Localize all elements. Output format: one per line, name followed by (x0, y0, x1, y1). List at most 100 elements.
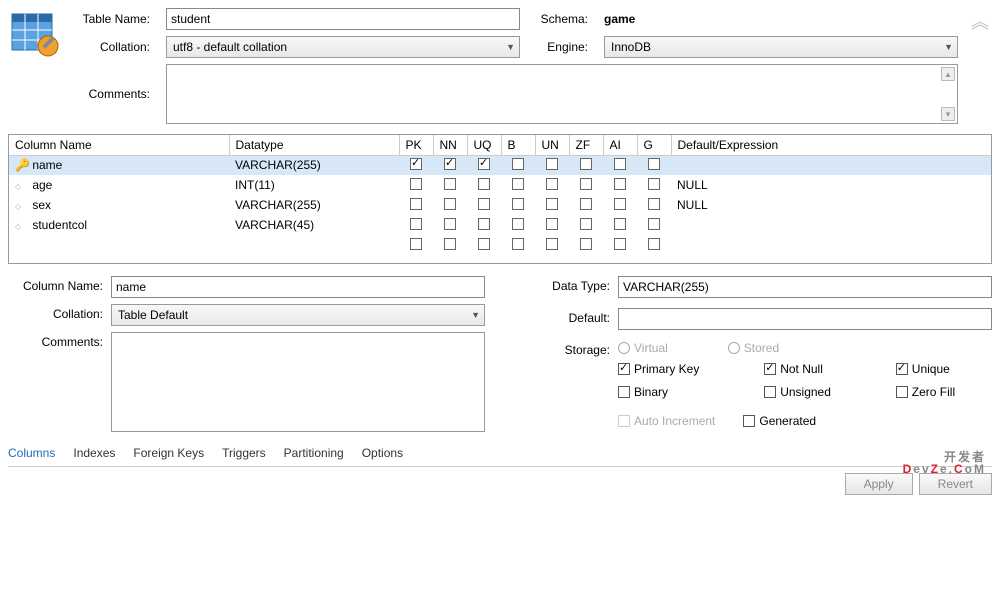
comments-label: Comments: (74, 87, 154, 101)
grid-checkbox[interactable] (580, 178, 592, 190)
grid-checkbox[interactable] (614, 218, 626, 230)
detail-collation-label: Collation: (8, 304, 103, 321)
table-row[interactable]: ◇ studentcolVARCHAR(45) (9, 215, 991, 235)
detail-collation-dropdown[interactable]: Table Default▼ (111, 304, 485, 326)
storage-label: Storage: (515, 340, 610, 357)
default-label: Default: (515, 308, 610, 325)
virtual-radio[interactable] (618, 342, 630, 354)
grid-checkbox[interactable] (444, 198, 456, 210)
grid-checkbox[interactable] (614, 198, 626, 210)
detail-comments-textarea[interactable] (111, 332, 485, 432)
grid-checkbox[interactable] (546, 158, 558, 170)
grid-checkbox[interactable] (410, 158, 422, 170)
col-header[interactable]: Default/Expression (671, 135, 991, 155)
grid-checkbox[interactable] (512, 218, 524, 230)
table-row[interactable]: ◇ sexVARCHAR(255)NULL (9, 195, 991, 215)
grid-checkbox[interactable] (478, 198, 490, 210)
columns-grid[interactable]: Column NameDatatypePKNNUQBUNZFAIGDefault… (8, 134, 992, 264)
col-header[interactable]: G (637, 135, 671, 155)
stored-radio[interactable] (728, 342, 740, 354)
table-row[interactable] (9, 235, 991, 255)
grid-checkbox[interactable] (648, 158, 660, 170)
grid-checkbox[interactable] (648, 198, 660, 210)
datatype-input[interactable] (618, 276, 992, 298)
grid-checkbox[interactable] (546, 218, 558, 230)
column-name-input[interactable] (111, 276, 485, 298)
zero-fill-checkbox[interactable] (896, 386, 908, 398)
collation-dropdown[interactable]: utf8 - default collation▼ (166, 36, 520, 58)
col-header[interactable]: NN (433, 135, 467, 155)
grid-checkbox[interactable] (512, 178, 524, 190)
chevron-down-icon: ▼ (944, 42, 953, 52)
col-header[interactable]: PK (399, 135, 433, 155)
grid-checkbox[interactable] (478, 218, 490, 230)
col-header[interactable]: AI (603, 135, 637, 155)
grid-checkbox[interactable] (546, 238, 558, 250)
grid-checkbox[interactable] (614, 178, 626, 190)
col-header[interactable]: Column Name (9, 135, 229, 155)
grid-checkbox[interactable] (512, 198, 524, 210)
grid-checkbox[interactable] (478, 178, 490, 190)
grid-checkbox[interactable] (512, 158, 524, 170)
engine-dropdown[interactable]: InnoDB▼ (604, 36, 958, 58)
apply-button[interactable]: Apply (845, 473, 913, 495)
binary-checkbox[interactable] (618, 386, 630, 398)
tab-triggers[interactable]: Triggers (222, 446, 266, 460)
grid-checkbox[interactable] (478, 158, 490, 170)
tab-partitioning[interactable]: Partitioning (284, 446, 344, 460)
primary-key-checkbox[interactable] (618, 363, 630, 375)
grid-checkbox[interactable] (648, 218, 660, 230)
grid-checkbox[interactable] (580, 198, 592, 210)
col-header[interactable]: UQ (467, 135, 501, 155)
scroll-up-icon[interactable]: ▲ (941, 67, 955, 81)
table-row[interactable]: 🔑 nameVARCHAR(255) (9, 155, 991, 175)
grid-checkbox[interactable] (580, 238, 592, 250)
chevron-down-icon: ▼ (506, 42, 515, 52)
grid-checkbox[interactable] (614, 238, 626, 250)
schema-label: Schema: (532, 12, 592, 26)
grid-checkbox[interactable] (444, 158, 456, 170)
revert-button[interactable]: Revert (919, 473, 992, 495)
auto-increment-checkbox[interactable] (618, 415, 630, 427)
tab-indexes[interactable]: Indexes (73, 446, 115, 460)
generated-checkbox[interactable] (743, 415, 755, 427)
tab-columns[interactable]: Columns (8, 446, 55, 460)
grid-checkbox[interactable] (580, 158, 592, 170)
grid-checkbox[interactable] (410, 238, 422, 250)
col-header[interactable]: ZF (569, 135, 603, 155)
col-header[interactable]: B (501, 135, 535, 155)
grid-checkbox[interactable] (444, 218, 456, 230)
schema-value: game (604, 12, 958, 26)
grid-checkbox[interactable] (580, 218, 592, 230)
grid-checkbox[interactable] (444, 178, 456, 190)
tab-options[interactable]: Options (362, 446, 403, 460)
collapse-icon[interactable]: ︽ (968, 8, 992, 32)
table-name-label: Table Name: (74, 12, 154, 26)
collation-label: Collation: (74, 40, 154, 54)
default-input[interactable] (618, 308, 992, 330)
grid-checkbox[interactable] (410, 178, 422, 190)
not-null-checkbox[interactable] (764, 363, 776, 375)
col-header[interactable]: UN (535, 135, 569, 155)
scroll-down-icon[interactable]: ▼ (941, 107, 955, 121)
grid-checkbox[interactable] (478, 238, 490, 250)
grid-checkbox[interactable] (410, 218, 422, 230)
grid-checkbox[interactable] (648, 178, 660, 190)
bottom-tabs: Columns Indexes Foreign Keys Triggers Partit… (8, 442, 992, 467)
detail-comments-label: Comments: (8, 332, 103, 349)
table-name-input[interactable] (166, 8, 520, 30)
tab-foreign-keys[interactable]: Foreign Keys (133, 446, 204, 460)
unsigned-checkbox[interactable] (764, 386, 776, 398)
table-row[interactable]: ◇ ageINT(11)NULL (9, 175, 991, 195)
grid-checkbox[interactable] (444, 238, 456, 250)
grid-checkbox[interactable] (512, 238, 524, 250)
col-header[interactable]: Datatype (229, 135, 399, 155)
unique-checkbox[interactable] (896, 363, 908, 375)
grid-checkbox[interactable] (546, 198, 558, 210)
grid-checkbox[interactable] (410, 198, 422, 210)
comments-textarea[interactable]: ▲ ▼ (166, 64, 958, 124)
grid-checkbox[interactable] (648, 238, 660, 250)
chevron-down-icon: ▼ (471, 310, 480, 320)
grid-checkbox[interactable] (546, 178, 558, 190)
grid-checkbox[interactable] (614, 158, 626, 170)
